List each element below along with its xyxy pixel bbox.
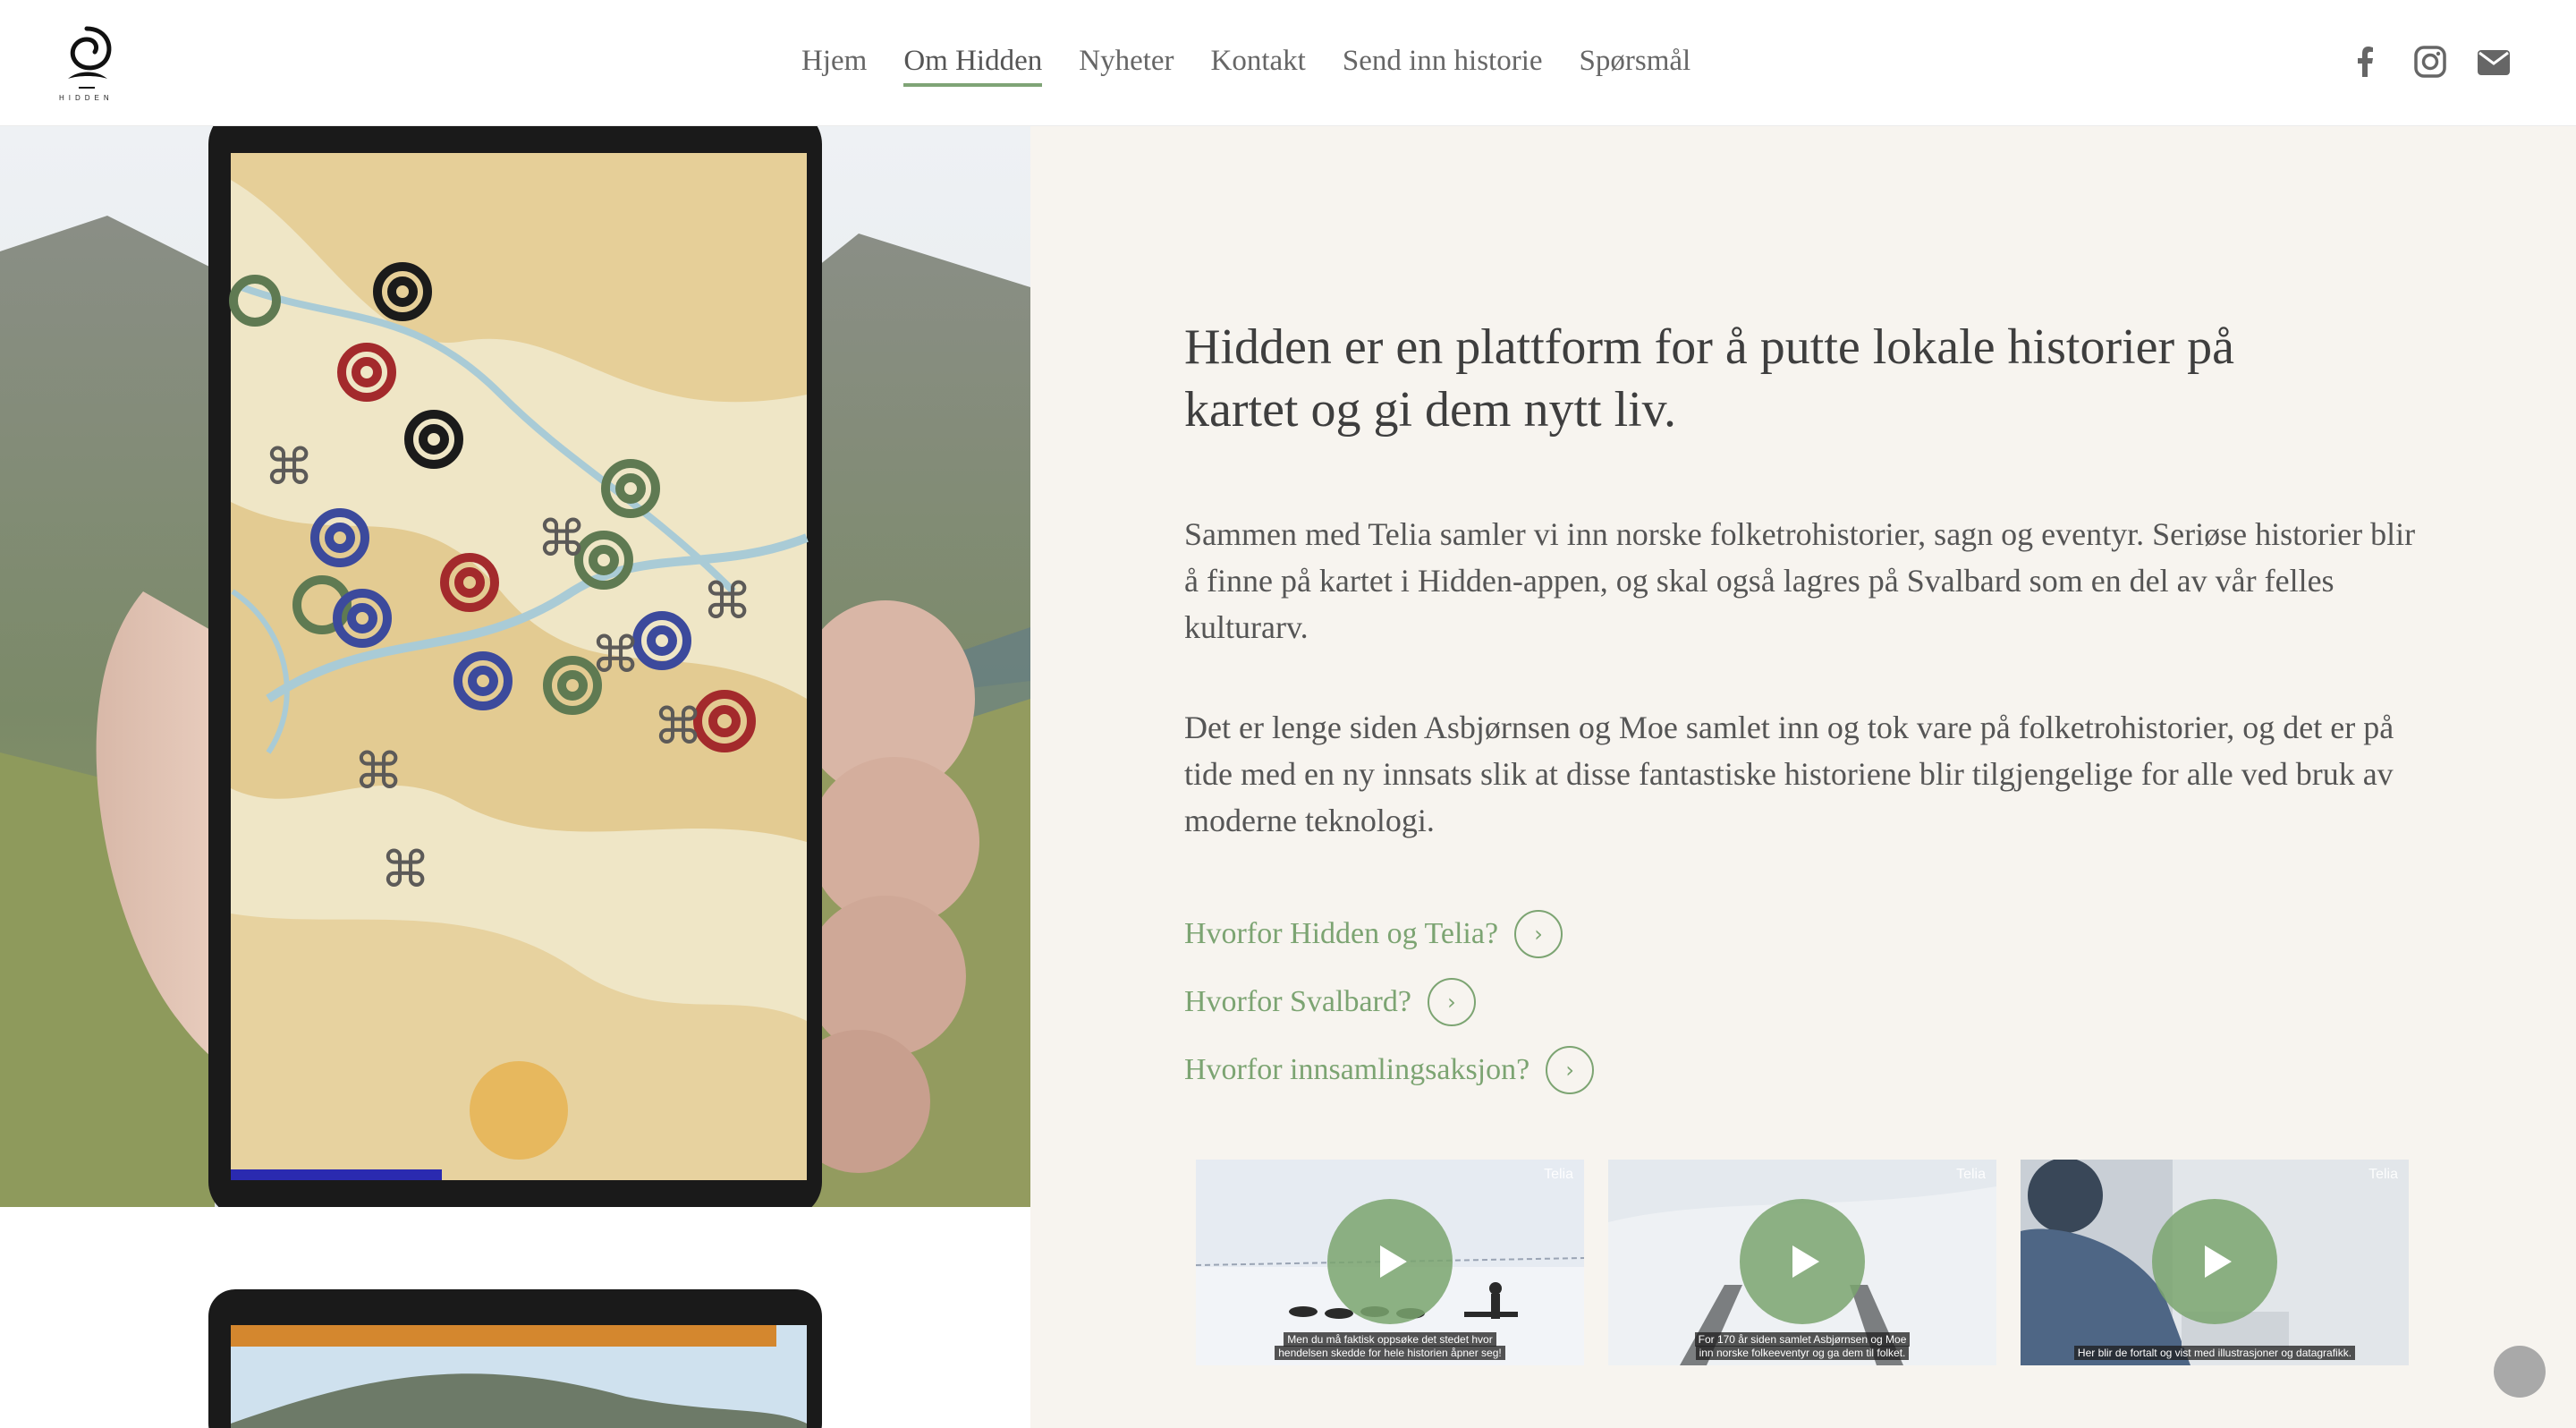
instagram-icon[interactable] [2413,45,2447,79]
svg-text:⌘: ⌘ [653,698,703,756]
video-caption: Her blir de fortalt og vist med illustra… [2021,1346,2409,1360]
link-label[interactable]: Hvorfor innsamlingsaksjon? [1184,1053,1530,1087]
main-nav: Hjem Om Hidden Nyheter Kontakt Send inn … [801,45,1691,87]
phone-map-photo: ⌘ ⌘ ⌘ ⌘ ⌘ ⌘ ⌘ [0,126,1030,1207]
video-caption: For 170 år siden samlet Asbjørnsen og Mo… [1608,1332,1996,1360]
page-headline: Hidden er en plattform for å putte lokal… [1184,319,2235,438]
nav-item-om-hidden[interactable]: Om Hidden [903,45,1042,87]
facebook-icon[interactable] [2349,45,2383,79]
play-icon[interactable] [2152,1199,2277,1324]
svg-text:⌘: ⌘ [702,573,752,631]
site-header: HIDDEN Hjem Om Hidden Nyheter Kontakt Se… [0,0,2576,126]
info-links: Hvorfor Hidden og Telia? › Hvorfor Svalb… [1184,900,1595,1104]
video-thumbnail-1[interactable]: Telia Men du må faktisk oppsøke det sted… [1196,1160,1584,1365]
telia-logo: Telia [1544,1167,1573,1182]
link-innsamlingsaksjon[interactable]: Hvorfor innsamlingsaksjon? › [1184,1036,1595,1104]
content-column: Hidden er en plattform for å putte lokal… [1030,126,2576,1428]
phone-photo-2 [0,1289,1030,1428]
svg-text:⌘: ⌘ [590,626,640,684]
image-column: ⌘ ⌘ ⌘ ⌘ ⌘ ⌘ ⌘ [0,126,1030,1428]
video-caption: Men du må faktisk oppsøke det stedet hvo… [1196,1332,1584,1360]
video-thumbnail-2[interactable]: Telia For 170 år siden samlet Asbjørnsen… [1608,1160,1996,1365]
link-hidden-og-telia[interactable]: Hvorfor Hidden og Telia? › [1184,900,1594,968]
play-icon[interactable] [1327,1199,1453,1324]
nav-item-nyheter[interactable]: Nyheter [1079,45,1174,85]
nav-item-kontakt[interactable]: Kontakt [1211,45,1306,85]
video-gallery: Telia Men du må faktisk oppsøke det sted… [1196,1160,2409,1365]
intro-paragraph: Sammen med Telia samler vi inn norske fo… [1184,516,2416,645]
video-thumbnail-3[interactable]: Telia Her blir de fortalt og vist med il… [2021,1160,2409,1365]
chevron-right-icon[interactable]: › [1546,1046,1595,1094]
history-paragraph: Det er lenge siden Asbjørnsen og Moe sam… [1184,710,2394,838]
link-svalbard[interactable]: Hvorfor Svalbard? › [1184,968,1594,1036]
link-label[interactable]: Hvorfor Hidden og Telia? [1184,917,1498,951]
logo-wordmark: HIDDEN [59,94,114,102]
nav-item-sporsmal[interactable]: Spørsmål [1580,45,1691,85]
scroll-to-top-button[interactable] [2494,1346,2546,1398]
svg-text:⌘: ⌘ [380,841,430,899]
nav-item-send-inn-historie[interactable]: Send inn historie [1343,45,1543,85]
hidden-logo[interactable] [52,23,122,104]
svg-text:⌘: ⌘ [353,743,403,801]
email-icon[interactable] [2476,45,2512,79]
telia-logo: Telia [2368,1167,2398,1182]
chevron-right-icon[interactable]: › [1514,910,1563,958]
nav-item-hjem[interactable]: Hjem [801,45,867,85]
svg-text:⌘: ⌘ [537,510,587,568]
link-label[interactable]: Hvorfor Svalbard? [1184,985,1411,1019]
play-icon[interactable] [1740,1199,1865,1324]
telia-logo: Telia [1956,1167,1986,1182]
svg-text:⌘: ⌘ [264,438,314,497]
chevron-right-icon[interactable]: › [1427,978,1476,1026]
